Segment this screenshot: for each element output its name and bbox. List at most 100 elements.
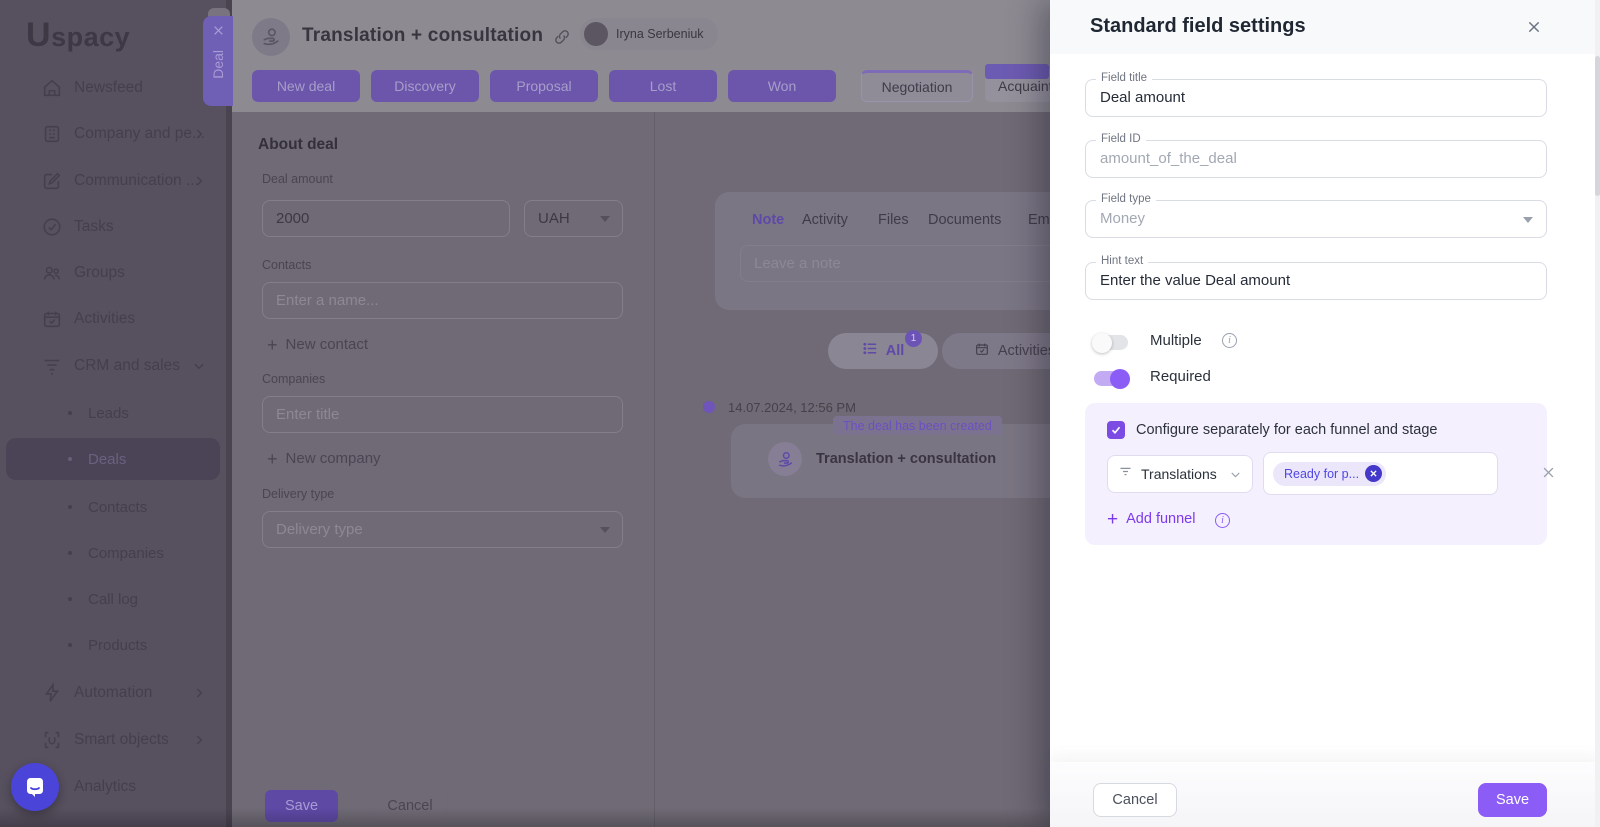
tab-files[interactable]: Files — [878, 212, 909, 228]
deal-overlay-tab[interactable]: Deal — [203, 16, 233, 106]
bottom-shade — [0, 808, 1050, 827]
sidebar-item-crm-and-sales[interactable]: CRM and sales — [0, 351, 232, 381]
building-icon — [40, 123, 64, 145]
drawer-cancel-button[interactable]: Cancel — [1093, 783, 1177, 817]
drawer-title: Standard field settings — [1090, 15, 1306, 38]
sidebar-item-call-log[interactable]: Call log — [0, 584, 232, 614]
check-icon — [1110, 424, 1122, 436]
companies-input[interactable] — [262, 396, 623, 433]
tab-documents[interactable]: Documents — [928, 212, 1001, 228]
stage-button-won[interactable]: Won — [728, 70, 836, 102]
stage-button-proposal[interactable]: Proposal — [490, 70, 598, 102]
deal-money-icon — [768, 442, 802, 476]
field-title-input[interactable]: Field title Deal amount — [1085, 79, 1547, 117]
chip-remove-icon[interactable] — [1365, 465, 1382, 482]
stage-button-lost[interactable]: Lost — [609, 70, 717, 102]
bullet-icon — [68, 505, 72, 509]
new-company-button[interactable]: + New company — [267, 450, 381, 467]
sidebar-item-deals-selected[interactable]: Deals — [6, 438, 220, 480]
stage-button-negotiation[interactable]: Negotiation — [861, 70, 973, 102]
deal-avatar — [252, 18, 290, 56]
chevron-down-icon — [600, 216, 610, 222]
calendar-icon — [974, 341, 990, 362]
contacts-label: Contacts — [262, 258, 311, 272]
stage-button-new-deal[interactable]: New deal — [252, 70, 360, 102]
configure-separately-checkbox[interactable] — [1107, 421, 1125, 439]
bullet-icon — [68, 411, 72, 415]
delivery-type-select[interactable]: Delivery type — [262, 511, 623, 548]
sidebar-item-newsfeed[interactable]: Newsfeed — [0, 73, 232, 103]
all-count-badge: 1 — [905, 330, 922, 347]
check-circle-icon — [40, 216, 64, 238]
owner-chip[interactable]: Iryna Serbeniuk — [580, 18, 718, 50]
drawer-save-button[interactable]: Save — [1478, 783, 1547, 817]
owner-name: Iryna Serbeniuk — [616, 27, 704, 41]
funnel-icon — [40, 355, 64, 377]
add-funnel-button[interactable]: + Add funnel — [1107, 511, 1195, 527]
hint-text-input[interactable]: Hint text Enter the value Deal amount — [1085, 262, 1547, 300]
sidebar-item-leads[interactable]: Leads — [0, 398, 232, 428]
filter-icon — [1118, 464, 1133, 484]
chevron-down-icon — [1523, 217, 1533, 223]
sidebar-item-company-and-people[interactable]: Company and pe... — [0, 119, 232, 149]
close-icon[interactable] — [212, 24, 225, 42]
stage-multiselect[interactable]: Ready for p... — [1263, 452, 1498, 495]
chat-widget-button[interactable] — [11, 763, 59, 811]
chevron-down-icon — [1229, 468, 1242, 481]
close-icon[interactable] — [1522, 15, 1546, 39]
drawer-scrollbar[interactable] — [1595, 0, 1600, 827]
bullet-icon — [68, 597, 72, 601]
sidebar-item-tasks[interactable]: Tasks — [0, 212, 232, 242]
compose-icon — [40, 170, 64, 192]
chevron-right-icon — [192, 686, 206, 700]
plus-icon: + — [267, 338, 278, 352]
section-title-about-deal: About deal — [258, 136, 338, 154]
page-title: Translation + consultation — [302, 25, 543, 47]
sidebar-item-activities[interactable]: Activities — [0, 304, 232, 334]
timeline-dot — [703, 401, 715, 413]
contacts-input[interactable] — [262, 282, 623, 319]
copy-link-icon[interactable] — [553, 28, 571, 51]
sidebar-item-companies[interactable]: Companies — [0, 538, 232, 568]
sidebar-item-smart-objects[interactable]: Smart objects — [0, 725, 232, 755]
required-toggle[interactable] — [1094, 371, 1128, 386]
chat-bubble-icon — [23, 775, 47, 799]
column-divider — [654, 112, 655, 827]
chevron-right-icon — [192, 127, 206, 141]
sidebar-item-automation[interactable]: Automation — [0, 678, 232, 708]
deal-amount-input[interactable] — [262, 200, 510, 237]
funnel-select[interactable]: Translations — [1107, 455, 1253, 493]
sidebar-item-contacts[interactable]: Contacts — [0, 492, 232, 522]
drawer-footer: Cancel Save — [1050, 762, 1600, 827]
stage-button-discovery[interactable]: Discovery — [371, 70, 479, 102]
sidebar-item-groups[interactable]: Groups — [0, 258, 232, 288]
app-logo[interactable]: Uspacy — [26, 16, 130, 55]
logo-u: U — [26, 16, 51, 54]
info-icon[interactable]: i — [1222, 333, 1237, 348]
multiple-toggle[interactable] — [1094, 335, 1128, 350]
chevron-right-icon — [192, 174, 206, 188]
tab-activity[interactable]: Activity — [802, 212, 848, 228]
configure-separately-label: Configure separately for each funnel and… — [1136, 422, 1437, 438]
field-type-select[interactable]: Field type Money — [1085, 200, 1547, 238]
stage-chip[interactable]: Ready for p... — [1273, 462, 1386, 486]
chevron-down-icon — [192, 359, 206, 373]
chevron-down-icon — [600, 527, 610, 533]
tab-note[interactable]: Note — [752, 212, 784, 228]
logo-rest: spacy — [51, 22, 130, 52]
note-input[interactable] — [740, 245, 1100, 282]
remove-funnel-row-icon[interactable] — [1541, 465, 1556, 485]
info-icon[interactable]: i — [1215, 513, 1230, 528]
required-toggle-label: Required — [1150, 368, 1211, 385]
drawer-scroll-thumb[interactable] — [1595, 56, 1600, 196]
owner-avatar — [584, 22, 608, 46]
people-icon — [40, 262, 64, 284]
field-id-input[interactable]: Field ID amount_of_the_deal — [1085, 140, 1547, 178]
delivery-type-label: Delivery type — [262, 487, 334, 501]
currency-select[interactable]: UAH — [524, 200, 623, 237]
standard-field-settings-drawer: Standard field settings Field title Deal… — [1050, 0, 1600, 827]
deal-money-icon — [260, 26, 282, 48]
new-contact-button[interactable]: + New contact — [267, 336, 368, 353]
sidebar-item-communication[interactable]: Communication ... — [0, 166, 232, 196]
sidebar-item-products[interactable]: Products — [0, 630, 232, 660]
